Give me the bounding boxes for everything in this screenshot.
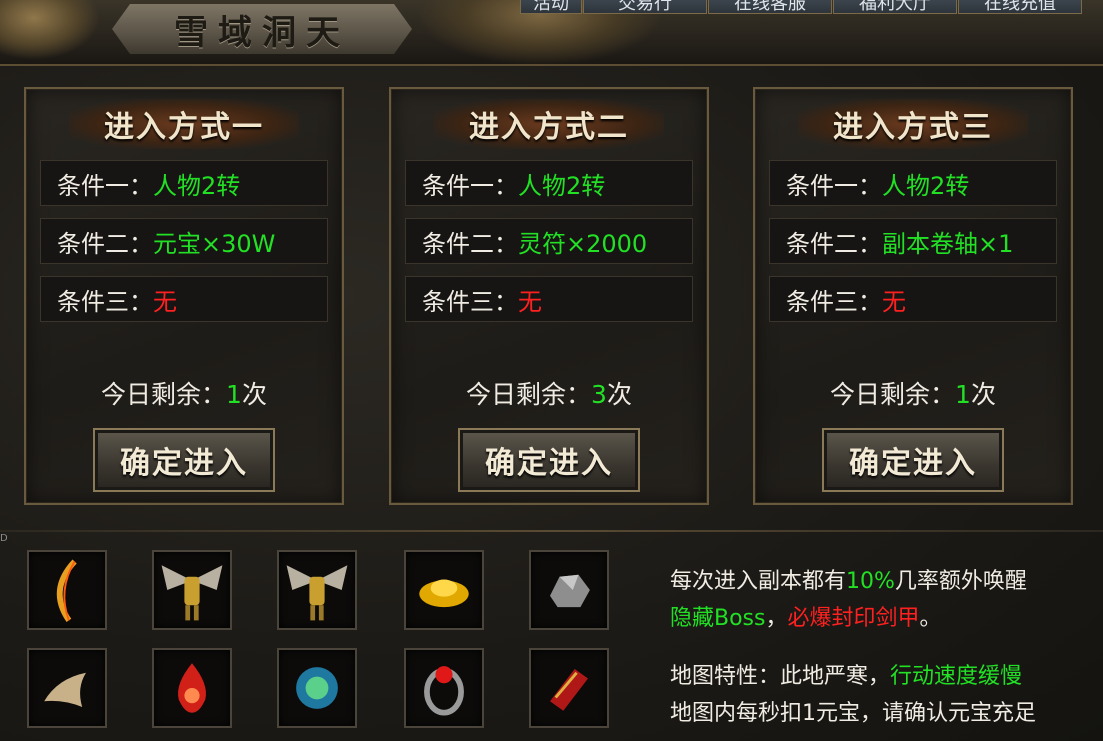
condition-row-1: 条件一： 人物2转 <box>769 160 1057 206</box>
info-highlight: 行动速度缓慢 <box>890 664 1023 689</box>
confirm-enter-button[interactable]: 确定进入 <box>93 428 275 492</box>
item-slot-10[interactable] <box>529 648 609 728</box>
section-divider <box>0 530 1103 532</box>
dragon-ornament-left <box>0 0 100 60</box>
condition-label: 条件三： <box>422 287 518 316</box>
panel-title: 进入方式一 <box>69 99 299 149</box>
confirm-enter-button[interactable]: 确定进入 <box>822 428 1004 492</box>
condition-value: 无 <box>153 287 177 316</box>
title-plaque: 雪域洞天 <box>112 4 412 54</box>
item-slot-5[interactable] <box>529 550 609 630</box>
entry-panel-3: 进入方式三 条件一： 人物2转 条件二： 副本卷轴×1 条件三：无 今日剩余：1次 … <box>753 87 1073 505</box>
info-text: 。 <box>919 606 942 631</box>
tab-welfare[interactable]: 福利大厅 <box>833 0 957 14</box>
entry-panel-2: 进入方式二 条件一： 人物2转 条件二： 灵符×2000 条件三：无 今日剩余：3次… <box>389 87 709 505</box>
info-line-3: 地图特性：此地严寒，行动速度缓慢 <box>670 658 1022 690</box>
info-line-1: 每次进入副本都有10%几率额外唤醒 <box>670 563 1027 595</box>
info-highlight: 隐藏Boss <box>670 606 766 631</box>
ore-icon <box>550 574 590 608</box>
condition-label: 条件二： <box>786 229 882 258</box>
winged-armor-icon <box>161 565 223 621</box>
remaining-label: 今日剩余： <box>830 380 956 409</box>
tab-support[interactable]: 在线客服 <box>708 0 832 14</box>
condition-row-1: 条件一： 人物2转 <box>40 160 328 206</box>
condition-label: 条件三： <box>57 287 153 316</box>
confirm-enter-button[interactable]: 确定进入 <box>458 428 640 492</box>
condition-value: 人物2转 <box>153 171 241 200</box>
bow-icon <box>56 559 77 623</box>
red-bracer-icon <box>550 669 588 711</box>
info-text: 每次进入副本都有 <box>670 569 847 594</box>
info-text: ， <box>765 606 788 631</box>
remaining-number: 1 <box>955 380 971 409</box>
info-warning: 必爆封印剑甲 <box>787 606 920 631</box>
item-slot-8[interactable] <box>277 648 357 728</box>
condition-value: 副本卷轴×1 <box>882 229 1014 258</box>
info-highlight: 10% <box>846 569 895 594</box>
condition-label: 条件三： <box>786 287 882 316</box>
tab-trade[interactable]: 交易行 <box>583 0 707 14</box>
corner-label: D <box>0 533 8 544</box>
condition-label: 条件一： <box>786 171 882 200</box>
item-slot-4[interactable] <box>404 550 484 630</box>
tab-activity[interactable]: 活动 <box>520 0 582 14</box>
header-bar: 雪域洞天 活动 交易行 在线客服 福利大厅 在线充值 <box>0 0 1103 66</box>
item-slot-6[interactable] <box>27 648 107 728</box>
item-slot-1[interactable] <box>27 550 107 630</box>
info-line-4: 地图内每秒扣1元宝，请确认元宝充足 <box>670 701 1036 726</box>
item-slot-3[interactable] <box>277 550 357 630</box>
remaining-unit: 次 <box>970 380 996 409</box>
condition-row-3: 条件三：无 <box>40 276 328 322</box>
condition-row-1: 条件一： 人物2转 <box>405 160 693 206</box>
condition-value: 无 <box>518 287 542 316</box>
info-text: 地图特性：此地严寒， <box>670 664 891 689</box>
remaining-number: 3 <box>591 380 607 409</box>
remaining-count: 今日剩余：1次 <box>26 375 342 411</box>
remaining-unit: 次 <box>606 380 632 409</box>
tab-recharge[interactable]: 在线充值 <box>958 0 1082 14</box>
winged-armor-icon <box>286 565 348 621</box>
condition-value: 元宝×30W <box>153 229 276 258</box>
orb-icon <box>296 667 338 709</box>
remaining-label: 今日剩余： <box>466 380 592 409</box>
panel-title: 进入方式三 <box>798 99 1028 149</box>
ruby-ring-icon <box>424 666 464 716</box>
panel-title: 进入方式二 <box>434 99 664 149</box>
info-line-2: 隐藏Boss，必爆封印剑甲。 <box>670 600 942 632</box>
condition-row-2: 条件二： 元宝×30W <box>40 218 328 264</box>
info-text: 几率额外唤醒 <box>894 569 1027 594</box>
horn-icon <box>44 672 86 707</box>
condition-value: 人物2转 <box>518 171 606 200</box>
page-title: 雪域洞天 <box>174 12 350 53</box>
condition-value: 人物2转 <box>882 171 970 200</box>
condition-row-3: 条件三：无 <box>405 276 693 322</box>
condition-value: 灵符×2000 <box>518 229 648 258</box>
top-tabs: 活动 交易行 在线客服 福利大厅 在线充值 <box>520 0 1083 14</box>
remaining-count: 今日剩余：3次 <box>391 375 707 411</box>
condition-label: 条件二： <box>422 229 518 258</box>
remaining-label: 今日剩余： <box>101 380 227 409</box>
item-slot-7[interactable] <box>152 648 232 728</box>
condition-value: 无 <box>882 287 906 316</box>
remaining-number: 1 <box>226 380 242 409</box>
condition-row-2: 条件二： 灵符×2000 <box>405 218 693 264</box>
item-slot-2[interactable] <box>152 550 232 630</box>
condition-label: 条件一： <box>422 171 518 200</box>
entry-panel-1: 进入方式一 条件一： 人物2转 条件二： 元宝×30W 条件三：无 今日剩余：1次 … <box>24 87 344 505</box>
remaining-count: 今日剩余：1次 <box>755 375 1071 411</box>
gold-ingot-icon <box>419 579 469 608</box>
condition-row-3: 条件三：无 <box>769 276 1057 322</box>
condition-label: 条件一： <box>57 171 153 200</box>
item-slot-9[interactable] <box>404 648 484 728</box>
remaining-unit: 次 <box>241 380 267 409</box>
condition-label: 条件二： <box>57 229 153 258</box>
flame-gem-icon <box>178 663 206 713</box>
condition-row-2: 条件二： 副本卷轴×1 <box>769 218 1057 264</box>
